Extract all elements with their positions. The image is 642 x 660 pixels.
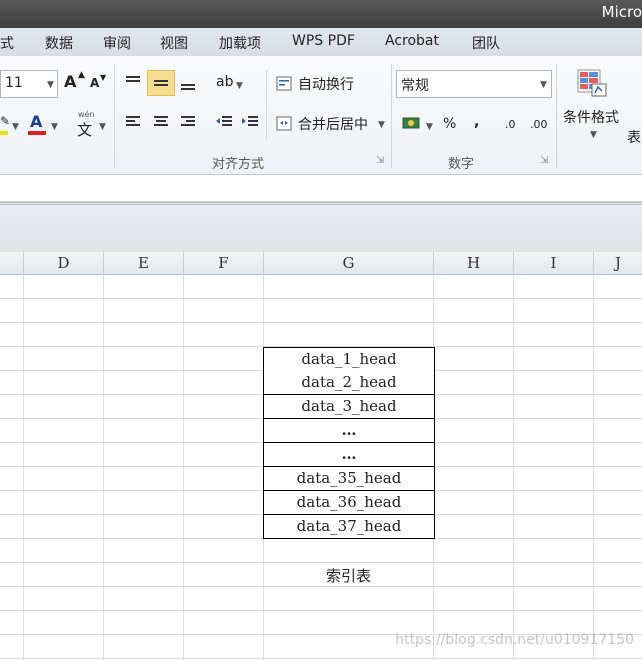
title-bar: Micro: [0, 0, 642, 28]
number-format-select[interactable]: 常规 ▼: [396, 70, 552, 98]
decrease-indent-icon[interactable]: [216, 114, 234, 130]
table-cell[interactable]: …: [263, 443, 435, 467]
orientation-icon[interactable]: ab: [216, 74, 233, 90]
alignment-group-label: 对齐方式: [212, 157, 265, 172]
increase-decimal-button[interactable]: .0: [505, 118, 516, 131]
chevron-down-icon: ▼: [12, 122, 19, 132]
percent-button[interactable]: %: [443, 116, 456, 132]
chevron-down-icon: ▼: [378, 120, 385, 130]
table-cell[interactable]: data_2_head: [263, 371, 435, 395]
menu-wps-pdf[interactable]: WPS PDF: [292, 33, 355, 49]
table-caption[interactable]: 索引表: [263, 565, 434, 586]
column-header-partial[interactable]: [0, 252, 24, 275]
group-separator: [556, 64, 557, 168]
caret-down-icon: ▼: [100, 73, 107, 82]
number-format-value: 常规: [401, 78, 429, 94]
group-separator: [266, 70, 267, 140]
grid-line: [103, 274, 104, 660]
menu-team[interactable]: 团队: [472, 33, 500, 53]
grid-line: [0, 658, 642, 659]
align-middle-button[interactable]: [147, 70, 175, 96]
grid-line: [0, 562, 642, 563]
number-group-label: 数字: [448, 157, 475, 172]
table-cell[interactable]: …: [263, 419, 435, 443]
table-cell[interactable]: data_3_head: [263, 395, 435, 419]
merge-center-label: 合并后居中: [298, 117, 368, 133]
chevron-down-icon: ▼: [426, 122, 433, 132]
dialog-launcher-icon[interactable]: ⇲: [376, 155, 384, 166]
font-size-box[interactable]: 11 ▼: [0, 70, 58, 98]
menu-addins[interactable]: 加载项: [219, 33, 261, 53]
font-color-button[interactable]: A: [30, 112, 42, 131]
group-separator: [114, 64, 115, 168]
merge-center-icon: [276, 116, 292, 131]
column-header-i[interactable]: I: [514, 252, 594, 275]
align-bottom-icon[interactable]: [180, 76, 198, 92]
align-top-icon[interactable]: [125, 74, 143, 90]
formula-bar[interactable]: [0, 175, 642, 202]
currency-icon[interactable]: [402, 115, 422, 131]
chevron-down-icon: ▼: [236, 81, 243, 91]
watermark: https://blog.csdn.net/u010917150: [395, 632, 634, 648]
shrink-font-button[interactable]: A: [90, 76, 99, 90]
column-header-e[interactable]: E: [104, 252, 184, 275]
decrease-decimal-button[interactable]: .00: [530, 118, 548, 131]
menu-bar: 式 数据 审阅 视图 加载项 WPS PDF Acrobat 团队: [0, 28, 642, 56]
column-header-d[interactable]: D: [24, 252, 104, 275]
grid-line: [593, 274, 594, 660]
align-center-icon[interactable]: [153, 114, 171, 130]
grow-font-button[interactable]: A: [64, 72, 76, 91]
caret-up-icon: ▲: [78, 70, 85, 80]
column-header-f[interactable]: F: [184, 252, 264, 275]
grid-line: [0, 322, 642, 323]
grid-line: [0, 298, 642, 299]
column-header-g[interactable]: G: [264, 252, 434, 275]
chevron-down-icon: ▼: [99, 122, 106, 132]
column-header-h[interactable]: H: [434, 252, 514, 275]
font-color-bar: [28, 131, 46, 135]
chevron-down-icon: ▼: [47, 80, 54, 90]
align-left-icon[interactable]: [125, 114, 143, 130]
conditional-format-label[interactable]: 条件格式: [563, 107, 619, 127]
menu-review[interactable]: 审阅: [103, 33, 131, 53]
menu-view[interactable]: 视图: [160, 33, 188, 53]
grid-line: [0, 586, 642, 587]
font-size-value: 11: [5, 75, 23, 91]
chevron-down-icon: ▼: [540, 80, 547, 90]
group-separator: [391, 64, 392, 168]
align-middle-icon: [154, 80, 168, 86]
table-cell[interactable]: data_1_head: [263, 347, 435, 372]
table-cell[interactable]: data_35_head: [263, 467, 435, 491]
chevron-down-icon: ▼: [590, 130, 597, 140]
menu-formula[interactable]: 式: [0, 33, 14, 53]
chevron-down-icon: ▼: [51, 122, 58, 132]
table-format-label[interactable]: 表: [627, 127, 641, 147]
highlight-icon[interactable]: ✎: [0, 114, 10, 128]
table-cell[interactable]: data_36_head: [263, 491, 435, 515]
split-pane-area: [0, 202, 642, 255]
phonetic-button[interactable]: 文: [77, 119, 92, 140]
menu-data[interactable]: 数据: [45, 33, 73, 53]
column-header-j[interactable]: J: [594, 252, 642, 275]
dialog-launcher-icon[interactable]: ⇲: [540, 155, 548, 166]
grid-line: [0, 610, 642, 611]
phonetic-small: wén: [78, 110, 95, 119]
grid-line: [513, 274, 514, 660]
table-cell[interactable]: data_37_head: [263, 515, 435, 539]
wrap-text-label: 自动换行: [298, 77, 354, 93]
grid-line: [183, 274, 184, 660]
window-title: Micro: [601, 3, 642, 21]
conditional-format-icon[interactable]: [576, 68, 608, 98]
increase-indent-icon[interactable]: [242, 114, 260, 130]
ribbon: 11 ▼ A ▲ A ▼ ✎ ▼ A ▼ wén 文 ▼ ab ▼ 自动换行 合…: [0, 56, 642, 175]
highlight-color-bar: [0, 131, 8, 135]
menu-acrobat[interactable]: Acrobat: [385, 33, 439, 49]
align-right-icon[interactable]: [180, 114, 198, 130]
wrap-text-icon: [276, 76, 292, 91]
comma-button[interactable]: ,: [474, 114, 479, 130]
grid-line: [23, 274, 24, 660]
